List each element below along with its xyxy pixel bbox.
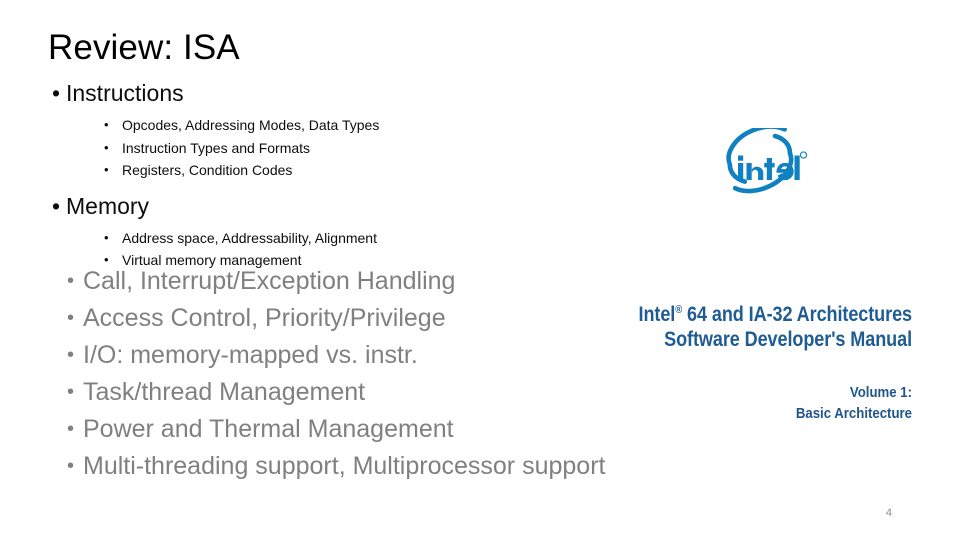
outline-group-heading-label: Memory [66, 192, 150, 219]
page-title: Review: ISA [48, 28, 240, 67]
bullet-marker: • [67, 381, 75, 403]
outline-large-item-label: Power and Thermal Management [83, 415, 454, 443]
intel-logo-icon [718, 128, 810, 210]
outline-sub-item-label: Opcodes, Addressing Modes, Data Types [122, 117, 380, 133]
bullet-marker: • [104, 162, 109, 177]
presentation-slide: Review: ISA • Instructions • Opcodes, Ad… [0, 0, 960, 540]
bullet-marker: • [52, 192, 61, 219]
outline-group-heading: • Instructions [0, 78, 700, 108]
bullet-marker: • [67, 270, 75, 292]
outline-large-item-label: Multi-threading support, Multiprocessor … [83, 452, 606, 480]
bullet-marker: • [67, 307, 75, 329]
bullet-marker: • [67, 418, 75, 440]
outline-large-item-label: Access Control, Priority/Privilege [83, 304, 446, 332]
outline-sub-item-label: Address space, Addressability, Alignment [122, 229, 377, 246]
manual-volume: Volume 1: Basic Architecture [549, 382, 912, 424]
bullet-marker: • [104, 117, 109, 132]
intel-manual-cover-image: Intel® 64 and IA-32 Architectures Softwa… [500, 118, 960, 440]
trademark-mark: ® [675, 304, 683, 316]
outline-group-heading-label: Instructions [66, 80, 184, 106]
outline-large-item-label: Call, Interrupt/Exception Handling [83, 267, 456, 295]
manual-title-line-1: Intel® 64 and IA-32 Architectures [638, 303, 913, 326]
outline-large-item: • Multi-threading support, Multiprocesso… [0, 448, 720, 485]
bullet-marker: • [67, 344, 75, 366]
bullet-marker: • [104, 139, 109, 155]
bullet-marker: • [104, 229, 109, 245]
bullet-marker: • [52, 80, 61, 106]
outline-sub-item-label: Registers, Condition Codes [122, 162, 293, 178]
manual-volume-line-1: Volume 1: [849, 384, 912, 401]
registered-trademark-icon [799, 151, 808, 159]
bullet-marker: • [67, 455, 75, 477]
manual-title: Intel® 64 and IA-32 Architectures Softwa… [558, 302, 913, 352]
outline-large-item-label: Task/thread Management [83, 378, 366, 406]
manual-volume-line-2: Basic Architecture [795, 405, 912, 422]
slide-page-number: 4 [885, 507, 892, 519]
manual-title-line-2: Software Developer's Manual [664, 328, 912, 351]
outline-sub-item-label: Instruction Types and Formats [122, 139, 311, 156]
outline-large-item-label: I/O: memory-mapped vs. instr. [83, 341, 418, 369]
